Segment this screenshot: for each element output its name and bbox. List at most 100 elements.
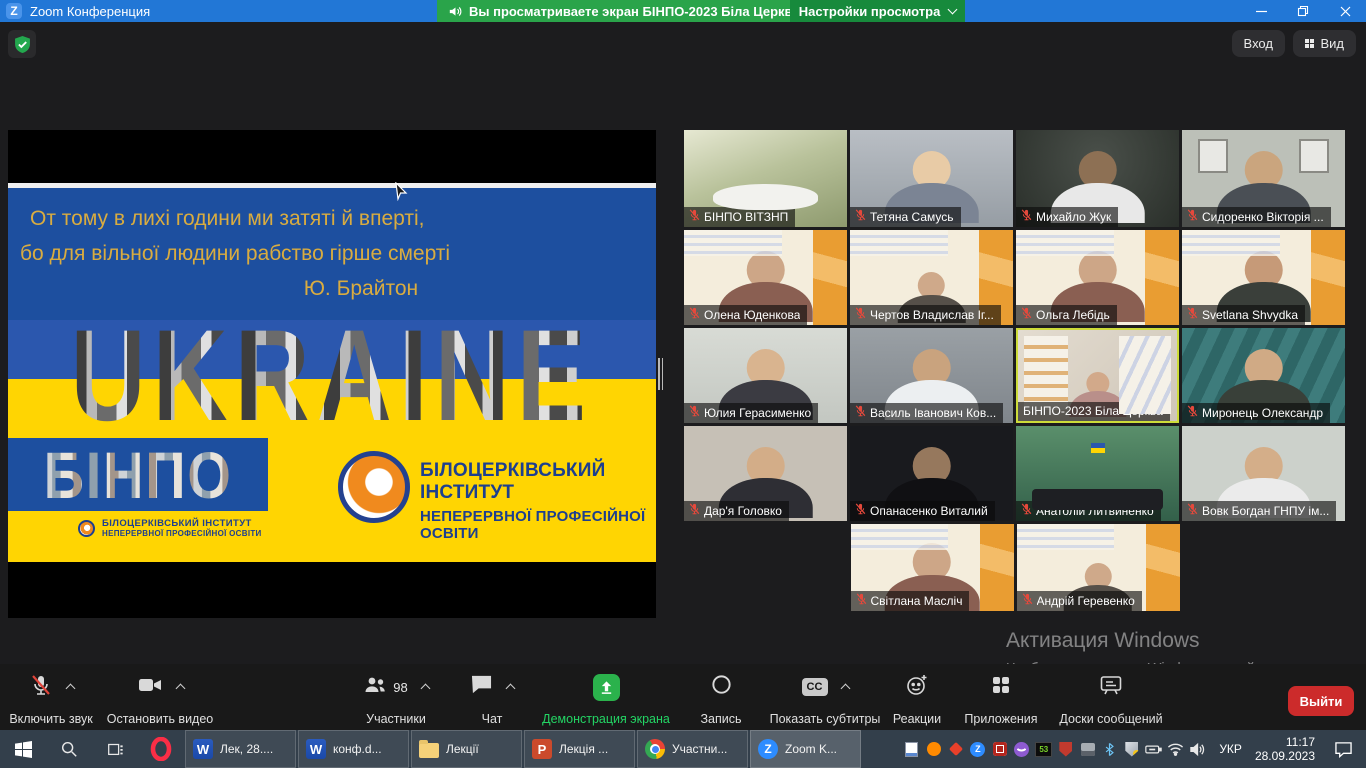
toolbar-captions-button[interactable]: CCПоказать субтитры — [760, 672, 890, 726]
institute-small-logo: БІЛОЦЕРКІВСЬКИЙ ІНСТИТУТ НЕПЕРЕРВНОЇ ПРО… — [78, 518, 262, 538]
defender-warning-icon[interactable] — [1123, 741, 1140, 758]
document-app-icon[interactable] — [903, 741, 920, 758]
login-button[interactable]: Вход — [1232, 30, 1285, 57]
participants-count-badge: 98 — [393, 680, 407, 695]
participant-tile[interactable]: Миронець Олександр — [1182, 328, 1345, 423]
view-settings-button[interactable]: Настройки просмотра — [790, 0, 965, 22]
slide-logo-band: БІНПО БІЛОЦЕРКІВСЬКИЙ ІНСТИТУТ НЕПЕРЕРВН… — [8, 433, 656, 562]
system-tray: Z 53 УКР 11:17 28.09.2023 — [903, 730, 1366, 768]
battery-monitor-icon[interactable]: 53 — [1035, 741, 1052, 758]
windows-logo-icon — [15, 741, 32, 758]
toolbar-apps-button[interactable]: Приложения — [952, 672, 1050, 726]
institute-logo-icon — [78, 520, 95, 537]
restore-button[interactable] — [1282, 0, 1324, 22]
panel-resize-handle[interactable] — [656, 358, 665, 390]
close-button[interactable] — [1324, 0, 1366, 22]
toolbar-camera-button[interactable]: Остановить видео — [100, 672, 220, 726]
chevron-up-icon[interactable] — [506, 684, 516, 694]
toolbar-record-button[interactable]: Запись — [690, 672, 752, 726]
opera-browser-button[interactable] — [138, 730, 184, 768]
participant-name: Юлия Герасименко — [704, 406, 811, 420]
toolbar-button-label: Приложения — [964, 712, 1037, 726]
search-icon — [60, 740, 78, 758]
language-indicator[interactable]: УКР — [1219, 742, 1242, 756]
toolbar-whiteboard-button[interactable]: Доски сообщений — [1052, 672, 1170, 726]
participant-tile[interactable]: Чертов Владислав Іг... — [850, 230, 1013, 325]
toolbar-mic-muted-button[interactable]: Включить звук — [6, 672, 96, 726]
participant-name-bar: Юлия Герасименко — [684, 403, 818, 423]
bluetooth-icon[interactable] — [1101, 741, 1118, 758]
participant-tile[interactable]: Опанасенко Виталий — [850, 426, 1013, 521]
participant-tile[interactable]: Василь Іванович Ков... — [850, 328, 1013, 423]
camera-app-icon[interactable] — [991, 741, 1008, 758]
taskbar-window-powerpoint[interactable]: PЛекція ... — [524, 730, 635, 768]
wifi-icon[interactable] — [1167, 741, 1184, 758]
minimize-button[interactable] — [1240, 0, 1282, 22]
leave-meeting-button[interactable]: Выйти — [1288, 686, 1354, 716]
display-app-icon[interactable] — [1079, 741, 1096, 758]
powerpoint-icon: P — [532, 739, 552, 759]
taskbar-window-folder[interactable]: Лекції — [411, 730, 522, 768]
zoom-tray-icon[interactable]: Z — [969, 741, 986, 758]
muted-mic-icon — [1187, 503, 1198, 518]
viber-icon[interactable] — [1013, 741, 1030, 758]
taskbar-window-zoom[interactable]: ZZoom K... — [750, 730, 861, 768]
taskbar-window-word[interactable]: Wконф.d... — [298, 730, 409, 768]
search-button[interactable] — [46, 730, 92, 768]
participant-tile[interactable]: Вовк Богдан ГНПУ ім... — [1182, 426, 1345, 521]
taskbar-window-word[interactable]: WЛек, 28.... — [185, 730, 296, 768]
toolbar-share-screen-button[interactable]: Демонстрация экрана — [530, 672, 682, 726]
participant-name-bar: Опанасенко Виталий — [850, 501, 995, 521]
participant-name: Сидоренко Вікторія ... — [1202, 210, 1324, 224]
participant-tile[interactable]: Андрій Геревенко — [1017, 524, 1180, 611]
participant-tile[interactable]: БІНПО-2023 Біла Церква — [1016, 328, 1179, 423]
participant-tile[interactable]: Дар'я Головко — [684, 426, 847, 521]
volume-icon[interactable] — [1189, 741, 1206, 758]
participant-tile[interactable]: БІНПО ВІТЗНП — [684, 130, 847, 227]
participants-row: Світлана Масліч Андрій Геревенко — [684, 524, 1346, 611]
participant-tile[interactable]: Анатолій Литвиненко — [1016, 426, 1179, 521]
taskbar-clock[interactable]: 11:17 28.09.2023 — [1255, 735, 1315, 763]
avast-antivirus-icon[interactable] — [925, 741, 942, 758]
chevron-up-icon[interactable] — [840, 684, 850, 694]
quote-line1: От тому в лихі години ми затяті й вперті… — [30, 201, 656, 236]
participant-tile[interactable]: Сидоренко Вікторія ... — [1182, 130, 1345, 227]
participants-grid: БІНПО ВІТЗНП Тетяна СамусьМихайло Жук Сидо… — [684, 130, 1346, 611]
participant-tile[interactable]: Світлана Масліч — [851, 524, 1014, 611]
toolbar-participants-button[interactable]: 98Участники — [348, 672, 444, 726]
task-view-button[interactable] — [92, 730, 138, 768]
taskbar-window-label: Участни... — [672, 742, 727, 756]
participant-tile[interactable]: Юлия Герасименко — [684, 328, 847, 423]
quote-line2: бо для вільної людини рабство гірше смер… — [20, 236, 656, 271]
participant-tile[interactable]: Svetlana Shvydka — [1182, 230, 1345, 325]
meeting-security-badge[interactable] — [8, 30, 36, 58]
red-diamond-app-icon[interactable] — [947, 741, 964, 758]
participant-name-bar: Сидоренко Вікторія ... — [1182, 207, 1331, 227]
participant-tile[interactable]: Тетяна Самусь — [850, 130, 1013, 227]
participant-name-bar: БІНПО ВІТЗНП — [684, 207, 795, 227]
participant-tile[interactable]: Михайло Жук — [1016, 130, 1179, 227]
toolbar-reactions-button[interactable]: Реакции — [884, 672, 950, 726]
participant-tile[interactable]: Ольга Лебідь — [1016, 230, 1179, 325]
start-button[interactable] — [0, 730, 46, 768]
view-button[interactable]: Вид — [1293, 30, 1356, 57]
toolbar-button-label: Запись — [700, 712, 741, 726]
chevron-up-icon[interactable] — [175, 684, 185, 694]
power-icon[interactable] — [1145, 741, 1162, 758]
zoom-toolbar: Выйти Включить звукОстановить видео 98Уча… — [0, 664, 1366, 730]
muted-mic-icon — [1187, 307, 1198, 322]
meeting-area: Вход Вид От тому в лихі години ми затяті… — [0, 22, 1366, 730]
muted-mic-icon — [689, 503, 700, 518]
participant-name: Андрій Геревенко — [1037, 594, 1135, 608]
participants-icon — [363, 674, 387, 701]
chevron-up-icon[interactable] — [420, 684, 430, 694]
word-icon: W — [306, 739, 326, 759]
chevron-up-icon[interactable] — [65, 684, 75, 694]
toolbar-chat-button[interactable]: Чат — [462, 672, 522, 726]
screen-share-banner: Вы просматриваете экран БІНПО-2023 Біла … — [437, 0, 812, 22]
participant-tile[interactable]: Олена Юденкова — [684, 230, 847, 325]
participant-name-bar: БІНПО-2023 Біла Церква — [1018, 402, 1170, 421]
security-red-shield-icon[interactable] — [1057, 741, 1074, 758]
taskbar-window-chrome[interactable]: Участни... — [637, 730, 748, 768]
action-center-button[interactable] — [1326, 741, 1360, 758]
